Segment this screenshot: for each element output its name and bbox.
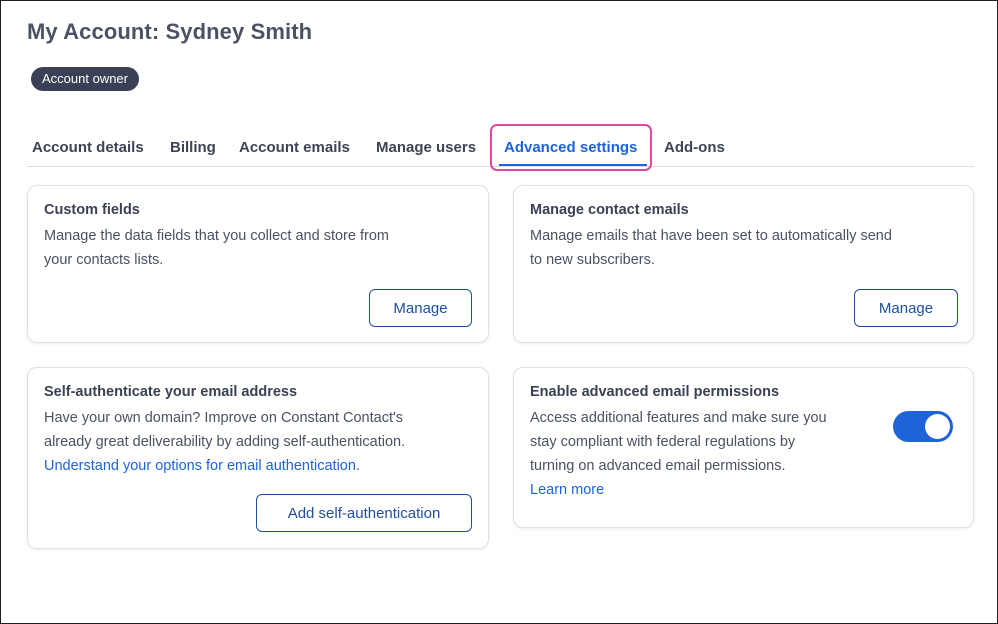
description-line: turning on advanced email permissions. [530, 458, 786, 474]
tab-highlight-outline [490, 124, 652, 171]
card-title: Enable advanced email permissions [530, 384, 780, 400]
card-title: Self-authenticate your email address [44, 384, 298, 400]
tab-billing[interactable]: Billing [170, 139, 216, 156]
description-line: Access additional features and make sure… [530, 410, 827, 426]
custom-fields-card: Custom fields Manage the data fields tha… [27, 185, 489, 343]
tab-add-ons[interactable]: Add-ons [664, 139, 725, 156]
learn-more-link[interactable]: Learn more [530, 482, 604, 498]
card-description: Have your own domain? Improve on Constan… [44, 406, 405, 478]
self-authenticate-card: Self-authenticate your email address Hav… [27, 367, 489, 549]
card-title: Manage contact emails [530, 202, 689, 218]
advanced-permissions-toggle[interactable] [893, 411, 953, 442]
card-description: Manage the data fields that you collect … [44, 224, 389, 272]
manage-contact-emails-card: Manage contact emails Manage emails that… [513, 185, 974, 343]
toggle-knob [925, 414, 950, 439]
tab-manage-users[interactable]: Manage users [376, 139, 476, 156]
description-line: your contacts lists. [44, 252, 164, 268]
account-page: My Account: Sydney Smith Account owner A… [0, 0, 998, 624]
page-title: My Account: Sydney Smith [27, 19, 313, 44]
advanced-permissions-card: Enable advanced email permissions Access… [513, 367, 974, 528]
card-description: Access additional features and make sure… [530, 406, 827, 502]
tab-account-details[interactable]: Account details [32, 139, 144, 156]
contact-emails-manage-button[interactable]: Manage [854, 289, 958, 327]
description-line: Understand your options for email authen… [44, 454, 405, 478]
description-line: Manage the data fields that you collect … [44, 228, 389, 244]
description-line: Have your own domain? Improve on Constan… [44, 410, 404, 426]
description-line: stay compliant with federal regulations … [530, 434, 796, 450]
card-description: Manage emails that have been set to auto… [530, 224, 892, 272]
card-title: Custom fields [44, 202, 140, 218]
description-line: to new subscribers. [530, 252, 655, 268]
description-line: Manage emails that have been set to auto… [530, 228, 892, 244]
custom-fields-manage-button[interactable]: Manage [369, 289, 472, 327]
account-owner-badge: Account owner [31, 67, 139, 91]
add-self-authentication-button[interactable]: Add self-authentication [256, 494, 472, 532]
description-line: already great deliverability by adding s… [44, 434, 406, 450]
link-suffix: . [355, 458, 360, 474]
email-authentication-link[interactable]: Understand your options for email authen… [44, 458, 356, 474]
tab-account-emails[interactable]: Account emails [239, 139, 350, 156]
